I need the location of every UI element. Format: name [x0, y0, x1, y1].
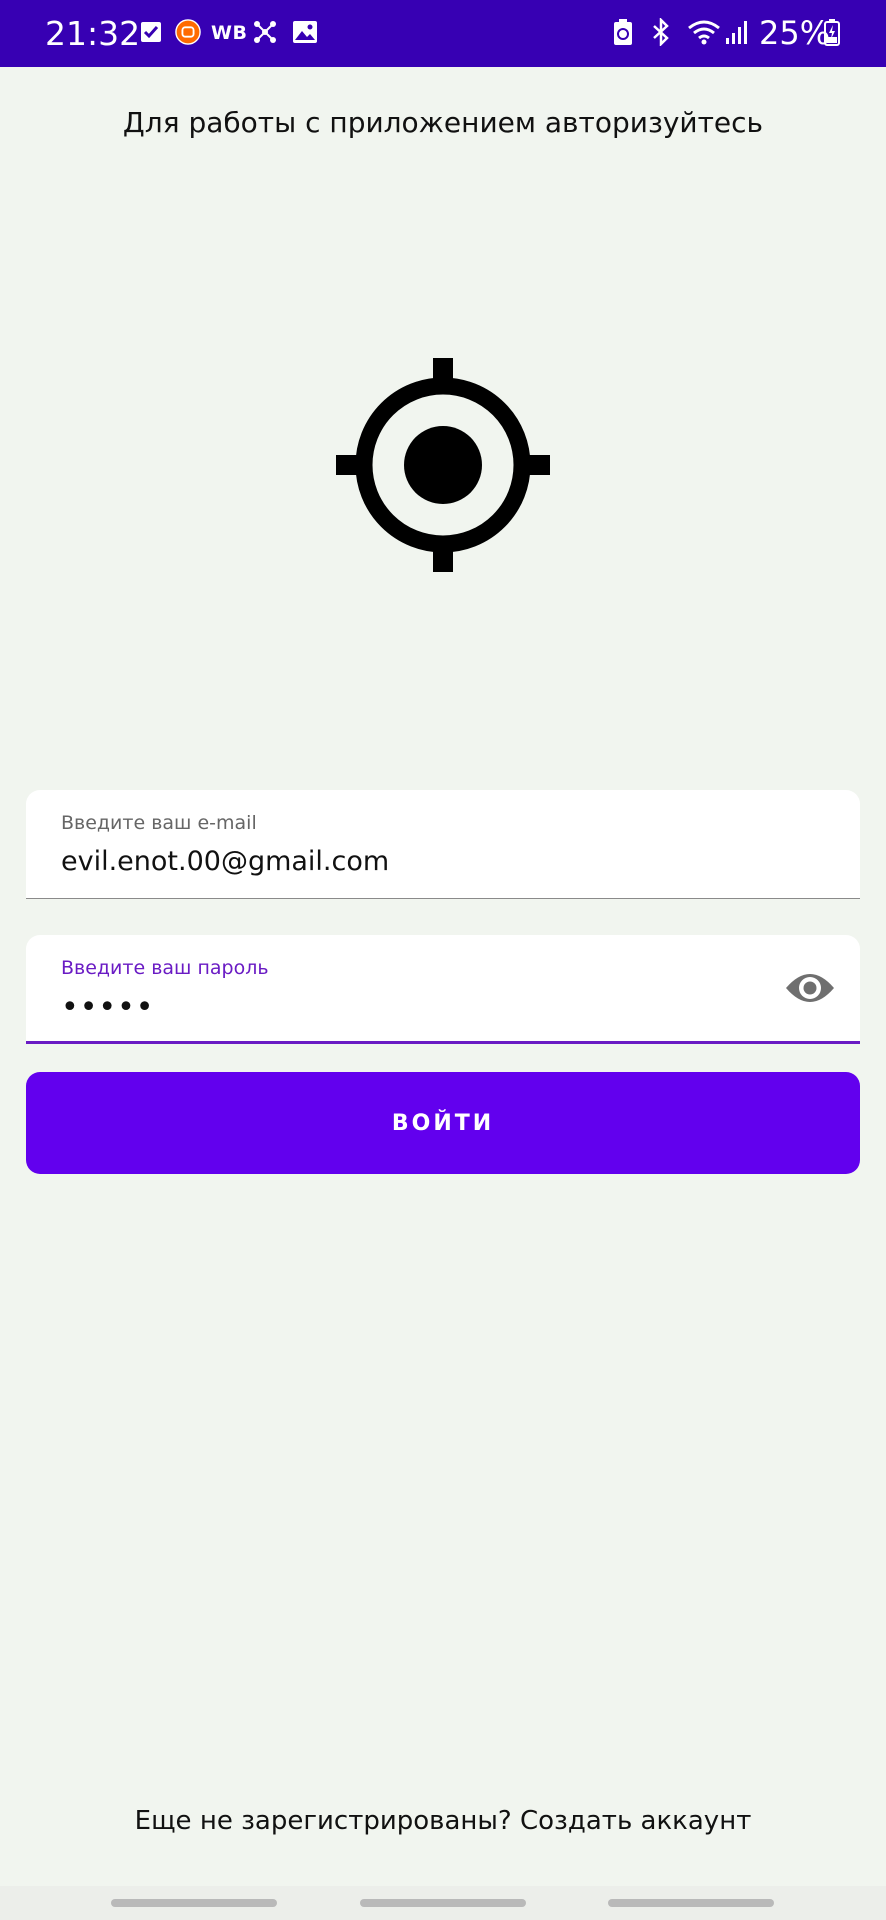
bluetooth-icon: [648, 18, 674, 46]
signal-icon: [723, 19, 751, 45]
nav-pill-left[interactable]: [111, 1899, 277, 1907]
password-field-label: Введите ваш пароль: [61, 957, 269, 979]
page-title: Для работы с приложением авторизуйтесь: [122, 106, 764, 139]
register-prompt-row: Еще не зарегистрированы? Создать аккаунт: [0, 1806, 886, 1836]
battery-charging-icon: [823, 19, 841, 46]
xiaomi-app-icon: [175, 19, 201, 45]
check-square-icon: [138, 19, 164, 45]
battery-saver-icon: [610, 19, 636, 45]
nav-pill-right[interactable]: [608, 1899, 774, 1907]
battery-percent: 25%: [759, 14, 831, 52]
nav-pill-center[interactable]: [360, 1899, 526, 1907]
wifi-icon: [686, 19, 722, 45]
create-account-link[interactable]: Создать аккаунт: [520, 1806, 751, 1836]
status-time: 21:32: [45, 14, 141, 53]
register-prompt: Еще не зарегистрированы?: [134, 1806, 512, 1836]
wb-label: WB: [211, 22, 248, 44]
eye-icon[interactable]: [784, 968, 836, 1008]
image-icon: [292, 19, 318, 45]
password-input[interactable]: •••••: [61, 993, 781, 1023]
email-input[interactable]: evil.enot.00@gmail.com: [61, 846, 781, 877]
crosshair-target-icon: [336, 358, 550, 572]
email-field-label: Введите ваш e-mail: [61, 812, 257, 834]
snowflake-icon: [252, 19, 278, 45]
email-field[interactable]: Введите ваш e-mail evil.enot.00@gmail.co…: [26, 790, 860, 899]
login-button[interactable]: ВОЙТИ: [26, 1072, 860, 1174]
password-field[interactable]: Введите ваш пароль •••••: [26, 935, 860, 1044]
gesture-nav-bar: [0, 1886, 886, 1920]
status-bar: 21:32 WB 25%: [0, 0, 886, 67]
